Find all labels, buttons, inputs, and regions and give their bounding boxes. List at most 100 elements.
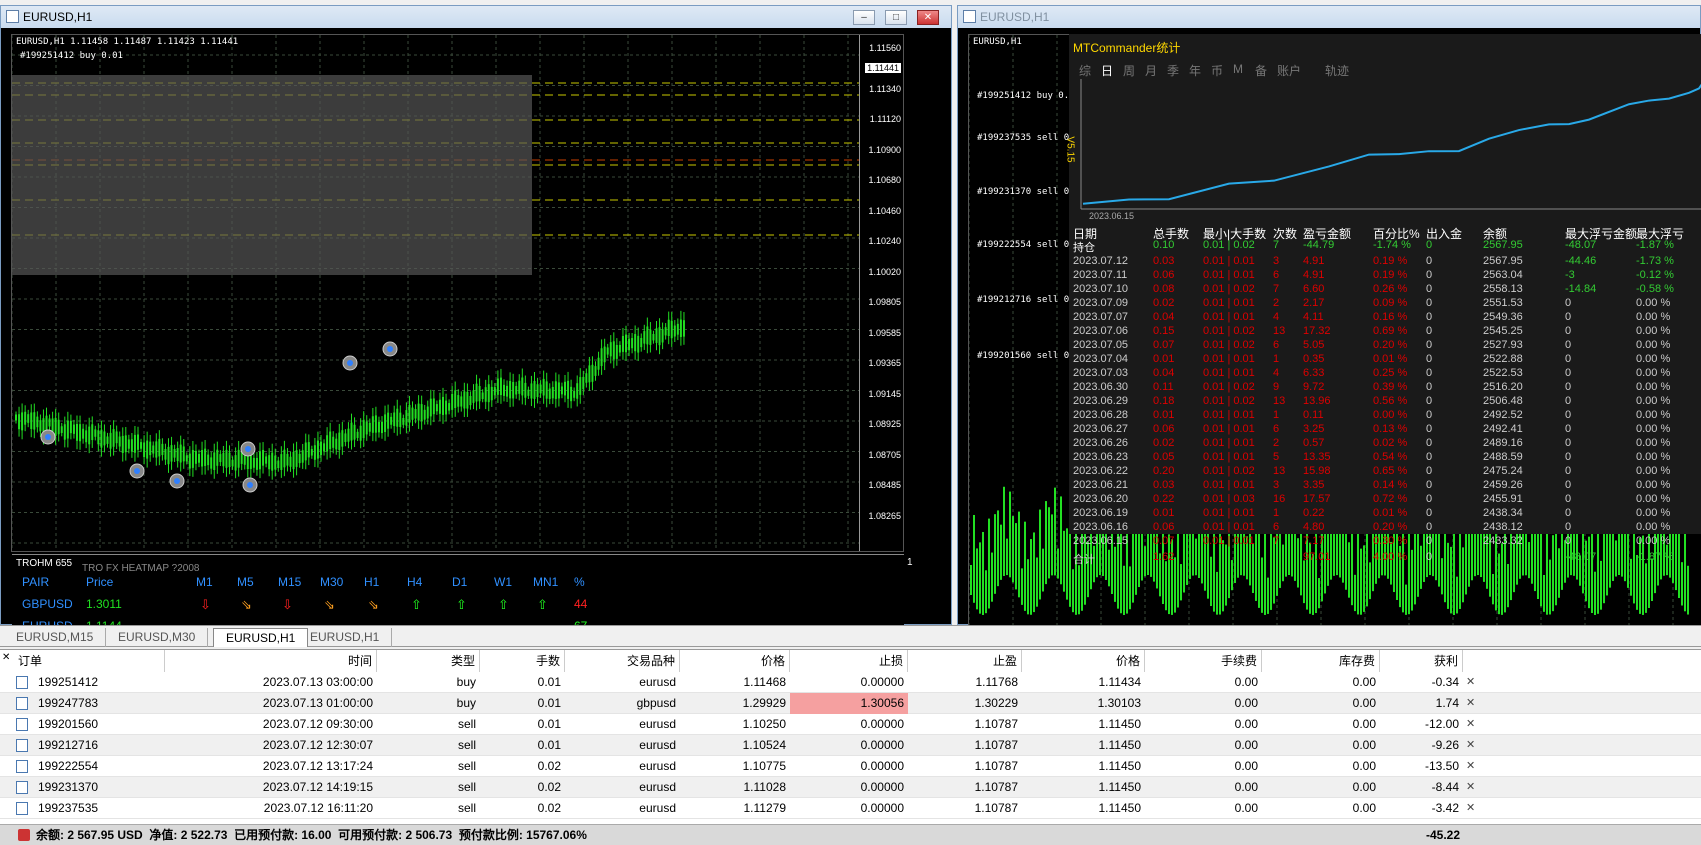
mtc-day-row-cell: 2	[1273, 437, 1280, 449]
mtc-tab[interactable]: 日	[1101, 62, 1113, 79]
mtc-day-row-cell: -1.73 %	[1636, 255, 1674, 267]
order-row[interactable]: 199231370 2023.07.12 14:19:15 sell 0.02 euru…	[0, 777, 1701, 798]
order-row[interactable]: 199212716 2023.07.12 12:30:07 sell 0.01 euru…	[0, 735, 1701, 756]
order-type-icon	[16, 676, 28, 689]
mtc-day-row-cell: 0.72 %	[1373, 493, 1408, 505]
heatmap-col-header: D1	[452, 575, 468, 589]
mtc-day-row-cell: 4.91	[1303, 269, 1325, 281]
mtc-day-row-cell: 0	[1426, 283, 1433, 295]
chart-tab[interactable]: EURUSD,H1	[298, 628, 393, 647]
orders-col-header[interactable]: 手续费	[1145, 650, 1262, 672]
close-order-icon[interactable]: ✕	[1466, 672, 1475, 693]
price-tick-label: 1.10900	[868, 144, 901, 155]
order-cell: 2023.07.12 14:19:15	[262, 780, 373, 794]
orders-col-header[interactable]: 手数	[480, 650, 565, 672]
mtc-day-row-cell: 6	[1273, 269, 1280, 281]
main-price-chart[interactable]: EURUSD,H1 1.11458 1.11487 1.11423 1.1144…	[11, 34, 904, 552]
chart-tab[interactable]: EURUSD,H1	[213, 628, 309, 647]
left-window-titlebar[interactable]: EURUSD,H1	[1, 6, 951, 28]
order-cell: eurusd	[639, 717, 676, 731]
close-order-icon[interactable]: ✕	[1466, 756, 1475, 777]
order-row[interactable]: 199201560 2023.07.12 09:30:00 sell 0.01 euru…	[0, 714, 1701, 735]
close-order-icon[interactable]: ✕	[1466, 777, 1475, 798]
mtc-day-row-cell: 0.01 | 0.02	[1203, 395, 1255, 407]
mtc-day-row-cell: 0	[1426, 255, 1433, 267]
heatmap-arrow-icon: ⇘	[241, 597, 252, 612]
mtc-day-row-cell: 2023.07.12	[1073, 255, 1129, 267]
price-tick-label: 1.10020	[868, 266, 901, 277]
orders-col-header[interactable]: 类型	[377, 650, 480, 672]
close-button[interactable]: ✕	[917, 10, 939, 25]
chart-tab[interactable]: EURUSD,M15	[4, 628, 107, 647]
mtc-day-row-cell: 4	[1273, 311, 1280, 323]
mtc-day-row-cell: 2023.07.11	[1073, 269, 1128, 281]
mtc-day-row-cell: 0.01 | 0.01	[1203, 269, 1255, 281]
mtc-day-row-cell: 0	[1565, 325, 1572, 337]
close-order-icon[interactable]: ✕	[1466, 798, 1475, 819]
mtc-tab[interactable]: 周	[1123, 62, 1135, 79]
mtc-day-row-cell: 0.56 %	[1373, 395, 1408, 407]
orders-col-header[interactable]: 止盈	[908, 650, 1022, 672]
heatmap-arrow-icon: ⇧	[498, 597, 509, 612]
order-cell: sell	[457, 738, 476, 752]
minimize-button[interactable]: –	[853, 10, 875, 25]
mtc-day-row-cell: 7.17	[1303, 535, 1325, 547]
orders-col-header[interactable]: 获利	[1380, 650, 1463, 672]
order-cell: 2023.07.12 13:17:24	[262, 759, 373, 773]
order-row[interactable]: 199247783 2023.07.13 01:00:00 buy 0.01 gbpus…	[0, 693, 1701, 714]
order-row[interactable]: 199222554 2023.07.12 13:17:24 sell 0.02 euru…	[0, 756, 1701, 777]
mtc-day-row-cell: 0.01 | 0.01	[1203, 297, 1255, 309]
mtc-day-row-cell: 0.01 | 0.02	[1203, 283, 1255, 295]
orders-col-header[interactable]: 交易品种	[565, 650, 680, 672]
order-cell: 0.01	[537, 675, 561, 689]
orders-col-header[interactable]: 时间	[165, 650, 377, 672]
order-cell: 0.00	[1352, 717, 1376, 731]
mtc-tab[interactable]: 季	[1167, 62, 1179, 79]
mtc-tab[interactable]: 综	[1079, 62, 1091, 79]
maximize-button[interactable]: □	[885, 10, 907, 25]
mtc-tab[interactable]: 轨迹	[1325, 62, 1349, 79]
right-window-titlebar[interactable]: EURUSD,H1	[958, 6, 1700, 28]
left-chart-window[interactable]: EURUSD,H1 – □ ✕ EURUSD,H1 1.11458 1.1148…	[0, 5, 952, 633]
mtc-tab[interactable]: 账户	[1277, 62, 1301, 79]
mtc-tab[interactable]: 备	[1255, 62, 1267, 79]
mtc-tab[interactable]: 年	[1189, 62, 1201, 79]
candlestick-plot	[12, 35, 861, 551]
close-order-icon[interactable]: ✕	[1466, 714, 1475, 735]
price-tick-label: 1.08705	[868, 449, 901, 460]
heatmap-col-header: M30	[320, 575, 344, 589]
order-cell: 0.00	[1234, 801, 1258, 815]
mtc-day-row-cell: 9	[1273, 381, 1280, 393]
orders-col-header[interactable]: 止损	[790, 650, 908, 672]
close-panel-icon[interactable]: ✕	[2, 652, 10, 663]
mtc-day-row-cell: 0	[1426, 465, 1433, 477]
mtc-tab[interactable]: M	[1233, 62, 1243, 76]
price-tick-label: 1.11340	[869, 83, 901, 94]
chart-tab[interactable]: EURUSD,M30	[106, 628, 209, 647]
order-type-icon	[16, 697, 28, 710]
mtc-day-row-cell: 0	[1565, 437, 1572, 449]
close-order-icon[interactable]: ✕	[1466, 693, 1475, 714]
mtc-day-row-cell: 0	[1426, 409, 1433, 421]
close-order-icon[interactable]: ✕	[1466, 735, 1475, 756]
mtc-tab[interactable]: 月	[1145, 62, 1157, 79]
orders-col-header[interactable]: 价格	[1022, 650, 1145, 672]
orders-col-header[interactable]: 价格	[680, 650, 790, 672]
order-cell: 0.01	[537, 738, 561, 752]
mtc-day-row-cell: 2438.34	[1483, 507, 1523, 519]
mtc-tab[interactable]: 币	[1211, 62, 1223, 79]
mtc-day-row-cell: 0	[1565, 381, 1572, 393]
mtc-day-row-cell: 0.01 | 0.01	[1203, 437, 1255, 449]
mtc-day-row-cell: 0	[1426, 381, 1433, 393]
mtc-day-row-cell: 0.30 %	[1373, 535, 1408, 547]
order-row[interactable]: 199237535 2023.07.12 16:11:20 sell 0.02 euru…	[0, 798, 1701, 819]
order-cell: -12.00	[1424, 717, 1459, 731]
mtc-day-row-cell: 0.19 %	[1373, 269, 1408, 281]
orders-col-header[interactable]: 库存费	[1262, 650, 1380, 672]
order-row[interactable]: 199251412 2023.07.13 03:00:00 buy 0.01 eurus…	[0, 672, 1701, 693]
mtc-day-row-cell: 13	[1273, 395, 1286, 407]
mtc-day-row-cell: 3	[1273, 255, 1280, 267]
orders-col-header[interactable]: 订单	[14, 650, 165, 672]
order-cell: 1.10524	[742, 738, 786, 752]
right-chart-window[interactable]: EURUSD,H1 EURUSD,H1 #199251412 buy 0.01 #…	[957, 5, 1701, 626]
